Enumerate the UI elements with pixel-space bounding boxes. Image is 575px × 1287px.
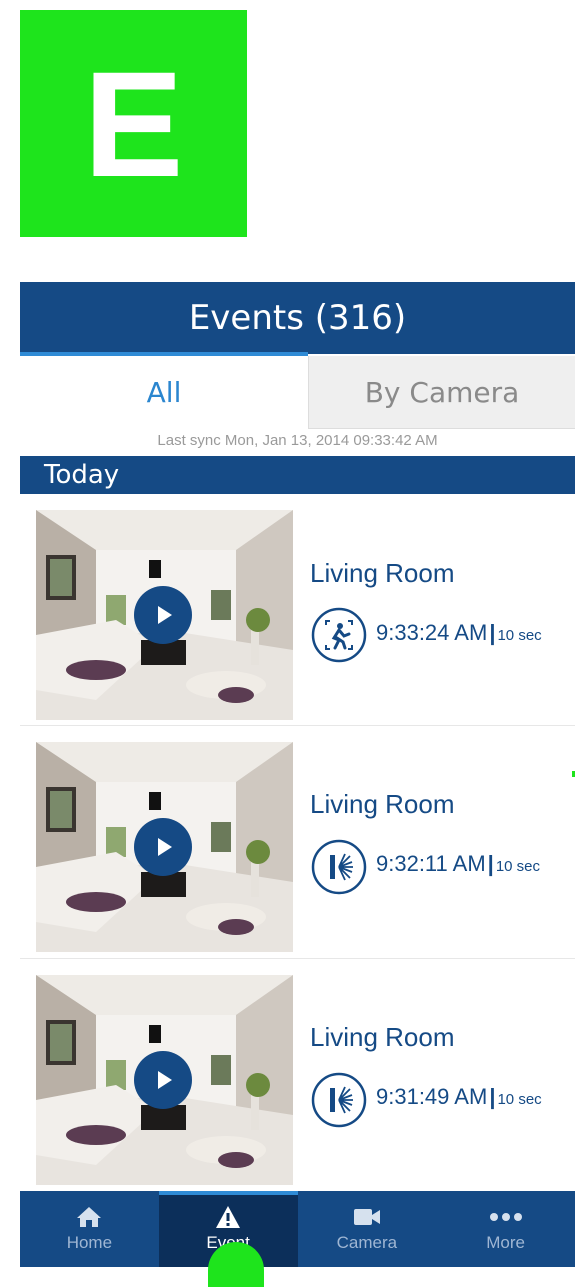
- play-button[interactable]: [134, 818, 192, 876]
- badge-letter: E: [83, 39, 184, 208]
- time-separator: |: [489, 620, 496, 645]
- event-row[interactable]: Living Room 9:31:49 AM| 10 sec: [20, 960, 575, 1192]
- event-time-value: 9:33:24 AM: [376, 620, 488, 645]
- event-thumbnail[interactable]: [36, 510, 293, 720]
- event-row[interactable]: Living Room 9:32:11 AM| 10 sec: [20, 727, 575, 959]
- event-camera-name: Living Room: [310, 789, 455, 819]
- tab-camera[interactable]: Camera: [298, 1191, 437, 1267]
- tab-camera-label: Camera: [336, 1233, 398, 1252]
- tab-home[interactable]: Home: [20, 1191, 159, 1267]
- video-camera-icon: [353, 1209, 380, 1225]
- event-duration: 10 sec: [497, 627, 542, 644]
- event-duration: 10 sec: [495, 858, 541, 875]
- time-separator: |: [487, 851, 494, 876]
- app-badge: E: [20, 10, 247, 237]
- bottom-tab-bar: Home Event Camera More: [20, 1191, 575, 1267]
- last-sync-text: Last sync Mon, Jan 13, 2014 09:33:42 AM: [157, 432, 438, 449]
- event-row[interactable]: Living Room 9:33:24 AM| 10 sec: [20, 494, 575, 726]
- event-time-value: 9:32:11 AM: [376, 851, 486, 876]
- event-thumbnail[interactable]: [36, 975, 293, 1185]
- filter-tabs: All By Camera: [20, 356, 575, 429]
- event-camera-name: Living Room: [310, 558, 455, 588]
- play-button[interactable]: [134, 586, 192, 644]
- home-icon: [77, 1207, 102, 1227]
- tab-more-label: More: [486, 1233, 525, 1252]
- tab-more[interactable]: More: [436, 1191, 575, 1267]
- time-separator: |: [489, 1084, 496, 1109]
- section-header-today: Today: [20, 456, 575, 494]
- more-dots-icon: [489, 1213, 522, 1221]
- event-camera-name: Living Room: [310, 1022, 455, 1052]
- play-icon: [158, 838, 172, 856]
- door-sensor-icon: [311, 1072, 367, 1128]
- play-icon: [158, 606, 172, 624]
- motion-person-icon: [311, 607, 367, 663]
- alert-icon: [216, 1206, 241, 1228]
- event-time: 9:31:49 AM| 10 sec: [376, 1084, 575, 1110]
- page-title: Events (316): [20, 282, 575, 354]
- event-time: 9:32:11 AM| 10 sec: [376, 851, 575, 877]
- play-icon: [158, 1071, 172, 1089]
- tab-by-camera[interactable]: By Camera: [308, 356, 575, 429]
- play-button[interactable]: [134, 1051, 192, 1109]
- event-duration: 10 sec: [497, 1091, 542, 1108]
- event-time-value: 9:31:49 AM: [376, 1084, 488, 1109]
- tab-home-label: Home: [66, 1233, 113, 1252]
- tab-all[interactable]: All: [20, 356, 308, 429]
- door-sensor-icon: [311, 839, 367, 895]
- event-thumbnail[interactable]: [36, 742, 293, 952]
- event-time: 9:33:24 AM| 10 sec: [376, 620, 575, 646]
